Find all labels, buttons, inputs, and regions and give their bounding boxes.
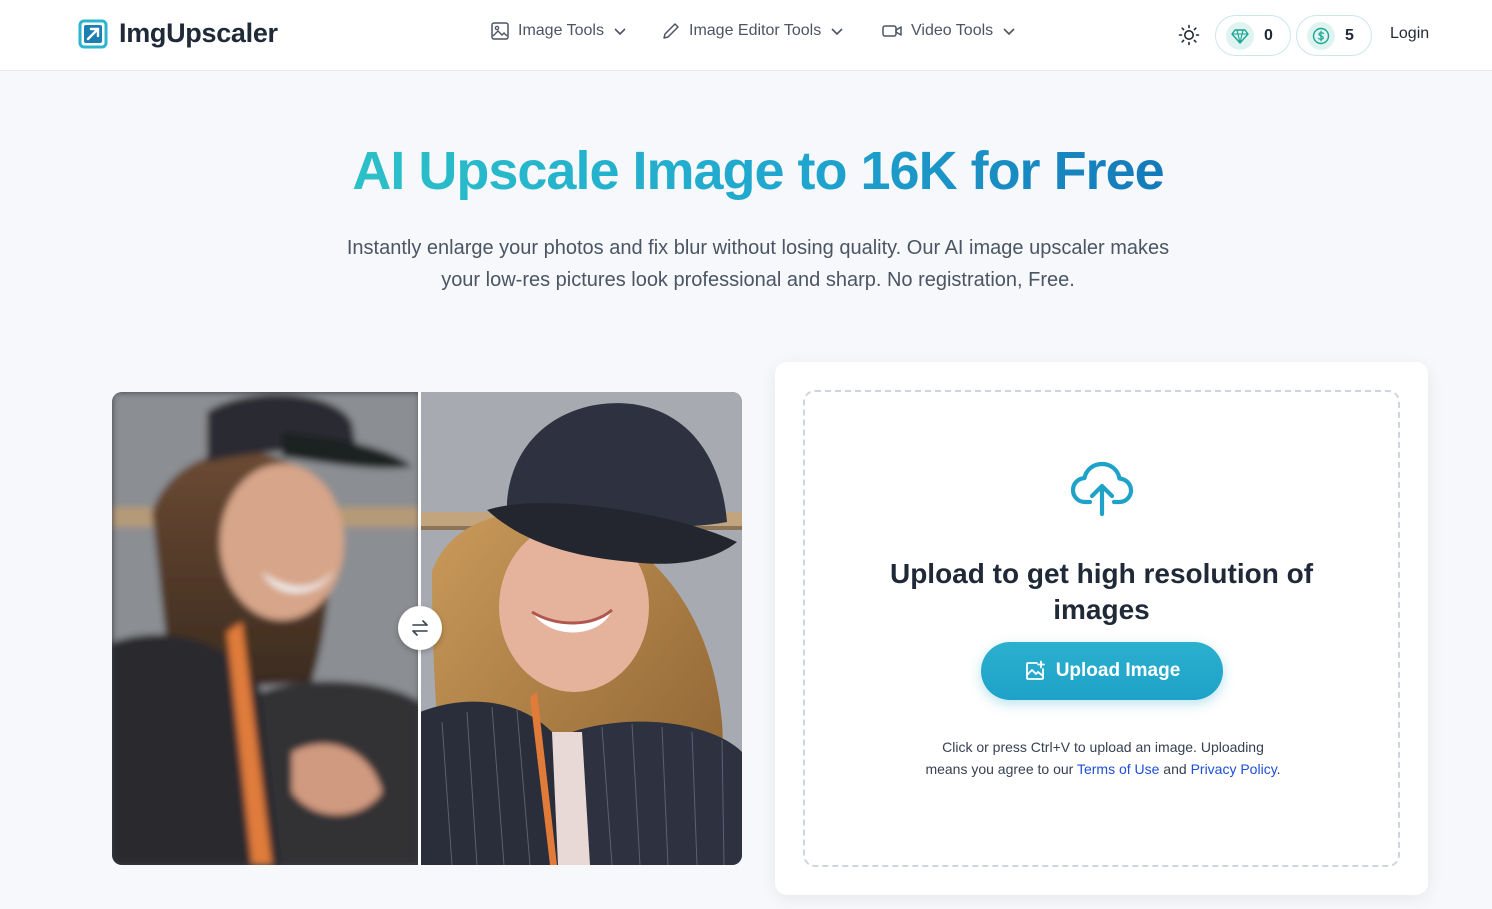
chevron-down-icon bbox=[1003, 28, 1015, 36]
swap-arrows-icon bbox=[412, 620, 428, 636]
logo-icon bbox=[78, 19, 108, 48]
nav-label: Image Tools bbox=[518, 22, 604, 39]
sun-icon[interactable] bbox=[1177, 23, 1201, 47]
diamond-icon bbox=[1226, 21, 1254, 50]
brand-name: ImgUpscaler bbox=[119, 18, 278, 48]
gems-count: 0 bbox=[1264, 26, 1273, 44]
page-subtitle: Instantly enlarge your photos and fix bl… bbox=[346, 237, 1170, 291]
privacy-policy-link[interactable]: Privacy Policy bbox=[1191, 761, 1277, 777]
upload-note-and: and bbox=[1159, 761, 1191, 777]
page-title-text: AI Upscale Image to 16K for Free bbox=[352, 141, 1164, 201]
terms-of-use-link[interactable]: Terms of Use bbox=[1077, 761, 1159, 777]
upload-image-button[interactable]: Upload Image bbox=[981, 642, 1223, 700]
top-header: ImgUpscaler Image Tools Image Editor Too… bbox=[0, 0, 1492, 71]
nav-image-editor-tools[interactable]: Image Editor Tools bbox=[661, 21, 845, 41]
chevron-down-icon bbox=[831, 28, 843, 36]
upload-card: Upload to get high resolution of images … bbox=[775, 362, 1428, 895]
video-icon bbox=[882, 25, 902, 37]
upload-note-end: . bbox=[1276, 761, 1281, 777]
nav-video-tools[interactable]: Video Tools bbox=[881, 21, 1017, 41]
pencil-icon bbox=[663, 23, 679, 39]
image-icon bbox=[491, 22, 509, 40]
image-add-icon bbox=[1025, 660, 1045, 680]
comparison-slider-handle[interactable] bbox=[398, 606, 442, 650]
nav-label: Image Editor Tools bbox=[689, 22, 822, 39]
chevron-down-icon bbox=[614, 28, 626, 36]
upload-heading: Upload to get high resolution of images bbox=[889, 558, 1314, 625]
login-link[interactable]: Login bbox=[1390, 25, 1429, 43]
brand-logo[interactable]: ImgUpscaler bbox=[78, 18, 278, 49]
upload-dropzone[interactable]: Upload to get high resolution of images … bbox=[803, 390, 1400, 867]
coin-icon bbox=[1307, 21, 1335, 50]
nav-label: Video Tools bbox=[911, 22, 994, 39]
nav-image-tools[interactable]: Image Tools bbox=[490, 21, 628, 41]
coins-balance-pill[interactable]: 5 bbox=[1296, 15, 1372, 56]
coins-count: 5 bbox=[1345, 26, 1354, 44]
upload-button-label: Upload Image bbox=[1055, 660, 1181, 681]
gems-balance-pill[interactable]: 0 bbox=[1215, 15, 1291, 56]
upload-note: Click or press Ctrl+V to upload an image… bbox=[923, 736, 1283, 780]
before-after-comparison[interactable] bbox=[112, 392, 742, 865]
page-title: AI Upscale Image to 16K for Free bbox=[0, 140, 1492, 202]
cloud-upload-icon bbox=[1070, 461, 1134, 517]
